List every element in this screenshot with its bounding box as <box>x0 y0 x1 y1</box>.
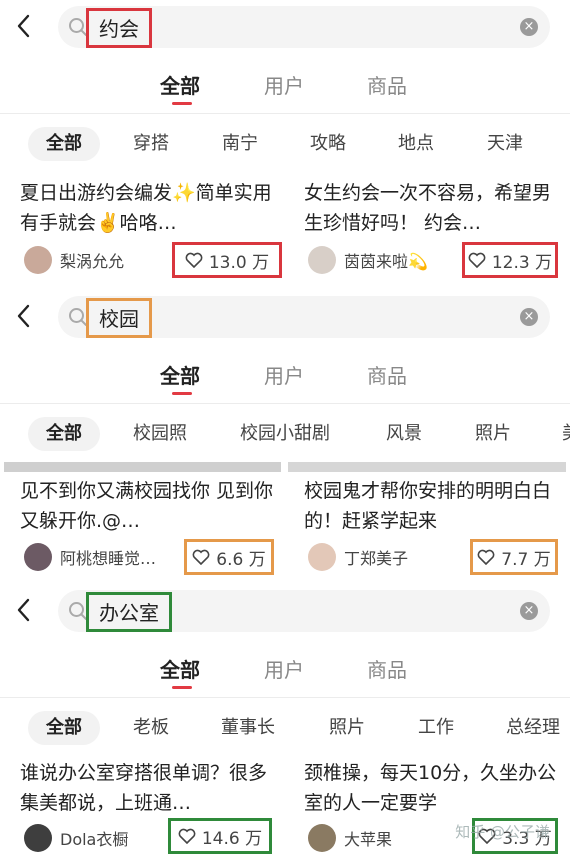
filter-chips: 全部 校园照 校园小甜剧 风景 照片 美 <box>0 405 570 463</box>
search-icon <box>69 602 87 620</box>
search-input[interactable]: 校园 × <box>58 296 550 338</box>
chevron-left-icon[interactable] <box>12 596 36 624</box>
author-name: Dola衣橱 <box>60 830 129 849</box>
like-count[interactable]: 6.6 万 <box>184 539 274 575</box>
note-author[interactable]: 大苹果 <box>308 822 392 854</box>
search-panel-campus: 校园 × 全部 用户 商品 全部 校园照 校园小甜剧 风景 照片 美 见不到你又… <box>0 290 570 584</box>
note-title: 校园鬼才帮你安排的明明白白的！赶紧学起来 <box>304 480 552 532</box>
chip-all[interactable]: 全部 <box>28 417 100 451</box>
like-count-text: 12.3 万 <box>491 252 553 273</box>
note-author[interactable]: 梨涡允允 <box>24 244 124 276</box>
avatar <box>24 824 52 852</box>
note-author[interactable]: 茵茵来啦💫 <box>308 244 428 276</box>
like-count-text: 14.6 万 <box>201 828 263 849</box>
note-title: 见不到你又满校园找你 见到你又躲开你.@… <box>20 480 274 532</box>
chip-all[interactable]: 全部 <box>28 711 100 745</box>
tab-products[interactable]: 商品 <box>367 654 407 683</box>
tab-users[interactable]: 用户 <box>264 654 304 683</box>
like-count-text: 6.6 万 <box>216 549 266 570</box>
clear-icon[interactable]: × <box>520 18 538 36</box>
tab-all[interactable]: 全部 <box>160 360 200 395</box>
chip-campus-drama[interactable]: 校园小甜剧 <box>240 417 330 451</box>
chip-work[interactable]: 工作 <box>418 711 454 745</box>
tab-products[interactable]: 商品 <box>367 360 407 389</box>
chip-scenery[interactable]: 风景 <box>386 417 422 451</box>
avatar <box>24 543 52 571</box>
like-count-text: 13.0 万 <box>208 252 270 273</box>
tab-users[interactable]: 用户 <box>264 360 304 389</box>
chip-boss[interactable]: 老板 <box>133 711 169 745</box>
filter-chips: 全部 老板 董事长 照片 工作 总经理 <box>0 699 570 757</box>
chevron-left-icon[interactable] <box>12 12 36 40</box>
chevron-left-icon[interactable] <box>12 302 36 330</box>
search-panel-office: 办公室 × 全部 用户 商品 全部 老板 董事长 照片 工作 总经理 谁说办公室… <box>0 584 570 858</box>
tab-users[interactable]: 用户 <box>264 70 304 99</box>
search-icon <box>69 308 87 326</box>
tab-all[interactable]: 全部 <box>160 70 200 105</box>
chip-all[interactable]: 全部 <box>28 127 100 161</box>
result-tabs: 全部 用户 商品 <box>0 56 570 114</box>
cover-image-strip <box>288 462 566 472</box>
search-icon <box>69 18 87 36</box>
result-tabs: 全部 用户 商品 <box>0 346 570 404</box>
search-input[interactable]: 约会 × <box>58 6 550 48</box>
note-title: 颈椎操，每天10分，久坐办公室的人一定要学 <box>304 762 557 814</box>
note-title: 女生约会一次不容易，希望男生珍惜好吗！ 约会… <box>304 182 552 234</box>
tab-all[interactable]: 全部 <box>160 654 200 689</box>
search-bar-row: 校园 × <box>0 290 570 346</box>
heart-icon <box>192 549 210 565</box>
avatar <box>308 543 336 571</box>
clear-icon[interactable]: × <box>520 308 538 326</box>
search-keyword[interactable]: 约会 <box>86 8 152 48</box>
avatar <box>308 824 336 852</box>
heart-icon <box>185 252 203 268</box>
cover-image-strip <box>4 462 281 472</box>
search-bar-row: 约会 × <box>0 0 570 56</box>
author-name: 茵茵来啦💫 <box>344 252 428 271</box>
chip-outfit[interactable]: 穿搭 <box>133 127 169 161</box>
search-panel-dating: 约会 × 全部 用户 商品 全部 穿搭 南宁 攻略 地点 天津 夏日出游约会编发… <box>0 0 570 290</box>
note-author[interactable]: Dola衣橱 <box>24 822 128 854</box>
author-name: 大苹果 <box>344 830 393 849</box>
author-name: 梨涡允允 <box>60 252 125 271</box>
watermark: 知乎 @公子谦 <box>455 823 550 841</box>
clear-icon[interactable]: × <box>520 602 538 620</box>
result-tabs: 全部 用户 商品 <box>0 640 570 698</box>
author-name: 丁郑美子 <box>344 549 409 568</box>
chip-guide[interactable]: 攻略 <box>310 127 346 161</box>
heart-icon <box>468 252 486 268</box>
like-count[interactable]: 7.7 万 <box>470 539 558 575</box>
chip-photos[interactable]: 照片 <box>329 711 365 745</box>
search-input[interactable]: 办公室 × <box>58 590 550 632</box>
heart-icon <box>178 828 196 844</box>
chip-photos[interactable]: 照片 <box>475 417 511 451</box>
like-count[interactable]: 14.6 万 <box>168 818 272 854</box>
chip-chairman[interactable]: 董事长 <box>221 711 275 745</box>
chip-beauty[interactable]: 美 <box>562 417 570 451</box>
tab-products[interactable]: 商品 <box>367 70 407 99</box>
note-author[interactable]: 阿桃想睡觉… <box>24 541 156 573</box>
chip-tianjin[interactable]: 天津 <box>487 127 523 161</box>
note-author[interactable]: 丁郑美子 <box>308 541 408 573</box>
filter-chips: 全部 穿搭 南宁 攻略 地点 天津 <box>0 115 570 173</box>
search-keyword[interactable]: 校园 <box>86 298 152 338</box>
chip-nanning[interactable]: 南宁 <box>222 127 258 161</box>
search-keyword[interactable]: 办公室 <box>86 592 172 632</box>
note-title: 谁说办公室穿搭很单调？很多集美都说，上班通… <box>20 762 268 814</box>
author-name: 阿桃想睡觉… <box>60 549 157 568</box>
chip-general-manager[interactable]: 总经理 <box>506 711 560 745</box>
search-bar-row: 办公室 × <box>0 584 570 640</box>
avatar <box>24 246 52 274</box>
heart-icon <box>477 549 495 565</box>
chip-location[interactable]: 地点 <box>398 127 434 161</box>
chip-campus-photo[interactable]: 校园照 <box>133 417 187 451</box>
note-title: 夏日出游约会编发✨简单实用有手就会✌️哈咯… <box>20 182 272 234</box>
like-count[interactable]: 13.0 万 <box>172 242 282 278</box>
like-count[interactable]: 12.3 万 <box>462 242 558 278</box>
like-count-text: 7.7 万 <box>501 549 551 570</box>
avatar <box>308 246 336 274</box>
